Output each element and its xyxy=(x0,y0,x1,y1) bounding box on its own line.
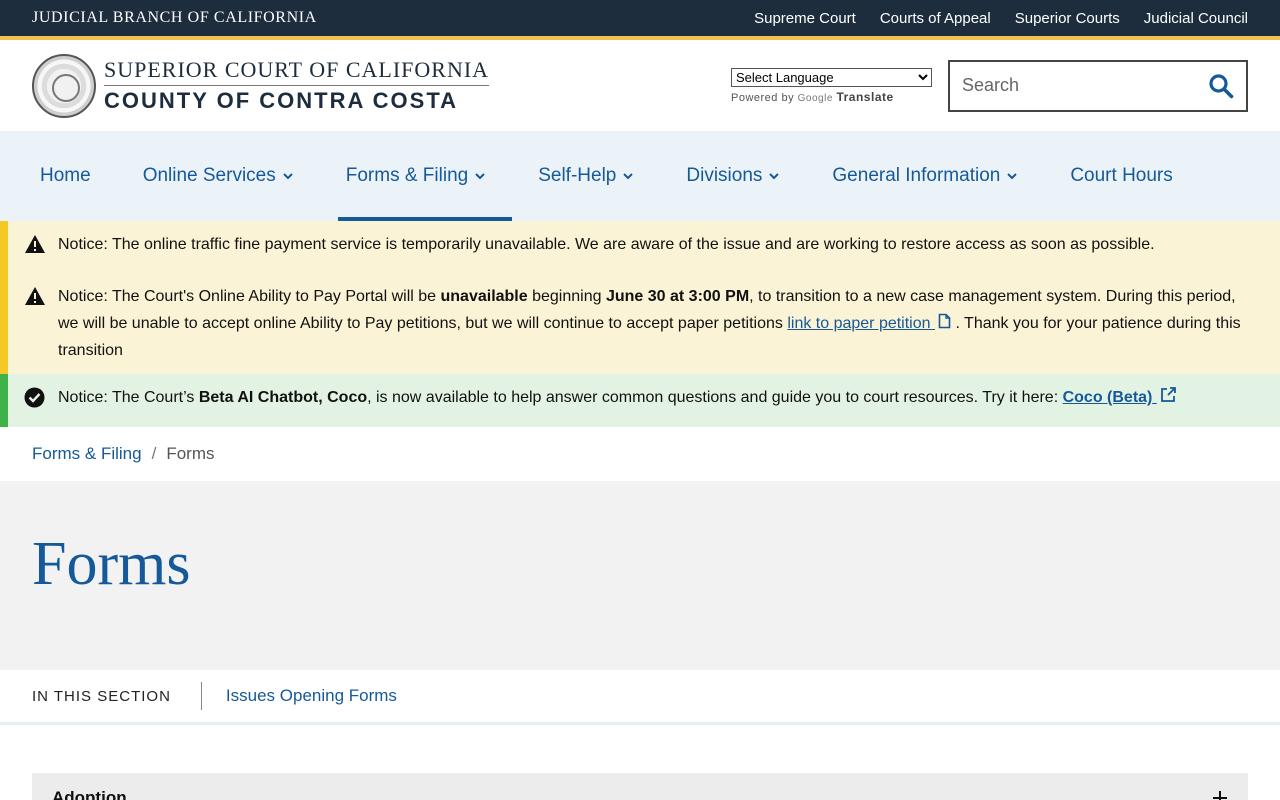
chevron-down-icon xyxy=(769,173,780,180)
site-header: SUPERIOR COURT OF CALIFORNIA COUNTY OF C… xyxy=(0,40,1280,131)
court-name: SUPERIOR COURT OF CALIFORNIA COUNTY OF C… xyxy=(104,57,490,114)
supreme-court-link[interactable]: Supreme Court xyxy=(754,10,856,27)
notice-body-part1: The Court’s xyxy=(111,389,195,406)
powered-by-label: Powered by xyxy=(731,91,795,104)
judicial-council-link[interactable]: Judicial Council xyxy=(1144,10,1248,27)
main-navigation: Home Online Services Forms & Filing Self… xyxy=(0,131,1280,221)
notice-unavailable: unavailable xyxy=(440,288,528,305)
chevron-down-icon xyxy=(623,173,634,180)
warning-icon xyxy=(24,283,46,364)
nav-item-forms-filing[interactable]: Forms & Filing xyxy=(337,131,513,221)
nav-item-label: Home xyxy=(40,165,91,186)
notice-ability-to-pay: Notice: The Court's Online Ability to Pa… xyxy=(24,283,1256,364)
judicial-branch-bar: JUDICIAL BRANCH OF CALIFORNIA Supreme Co… xyxy=(0,0,1280,40)
notice-text: Notice: The Court’s Beta AI Chatbot, Coc… xyxy=(58,384,1177,417)
paper-petition-link-label: link to paper petition xyxy=(787,315,931,332)
notice-coco: Notice: The Court’s Beta AI Chatbot, Coc… xyxy=(24,384,1256,417)
coco-beta-link-label: Coco (Beta) xyxy=(1062,389,1153,406)
notice-body-part2: , is now available to help answer common… xyxy=(367,389,1059,406)
notice-chatbot-name: Beta AI Chatbot, Coco xyxy=(198,389,368,406)
coco-beta-link[interactable]: Coco (Beta) xyxy=(1062,387,1177,406)
powered-by-google: Powered by Google Translate xyxy=(731,90,932,104)
google-translate: Select Language Powered by Google Transl… xyxy=(731,67,932,104)
accordion-adoption[interactable]: Adoption xyxy=(32,773,1248,800)
court-name-line2: COUNTY OF CONTRA COSTA xyxy=(104,88,459,113)
notice-traffic-payment: Notice: The online traffic fine payment … xyxy=(24,231,1256,263)
nav-item-label: Court Hours xyxy=(1070,165,1173,186)
paper-petition-link[interactable]: link to paper petition xyxy=(787,313,951,332)
search-icon[interactable] xyxy=(1208,73,1234,99)
notice-body-part1: The Court's Online Ability to Pay Portal… xyxy=(111,288,437,305)
nav-item-general-information[interactable]: General Information xyxy=(832,131,1044,221)
translate-label[interactable]: Translate xyxy=(836,90,893,104)
notice-prefix: Notice: xyxy=(58,288,108,305)
nav-item-online-services[interactable]: Online Services xyxy=(143,131,320,221)
breadcrumb-separator: / xyxy=(151,444,157,463)
warning-icon xyxy=(24,231,46,263)
notice-body: The online traffic fine payment service … xyxy=(111,236,1155,253)
nav-item-label: General Information xyxy=(832,165,1001,186)
search-input[interactable] xyxy=(962,75,1192,96)
nav-item-label: Forms & Filing xyxy=(345,165,469,186)
check-circle-icon xyxy=(24,384,46,417)
courts-of-appeal-link[interactable]: Courts of Appeal xyxy=(880,10,991,27)
nav-item-court-hours[interactable]: Court Hours xyxy=(1070,131,1198,221)
page-title: Forms xyxy=(32,530,191,598)
document-icon xyxy=(938,313,951,329)
external-link-icon xyxy=(1160,387,1176,402)
judicial-branch-link[interactable]: JUDICIAL BRANCH OF CALIFORNIA xyxy=(32,9,317,27)
chevron-down-icon xyxy=(1007,173,1018,180)
notice-text: Notice: The online traffic fine payment … xyxy=(58,231,1155,263)
court-seal-icon xyxy=(32,53,96,118)
nav-item-label: Divisions xyxy=(686,165,763,186)
nav-item-label: Self-Help xyxy=(538,165,617,186)
nav-item-label: Online Services xyxy=(142,165,276,186)
notice-date: June 30 at 3:00 PM xyxy=(605,288,750,305)
topbar-links: Supreme Court Courts of Appeal Superior … xyxy=(754,10,1248,27)
page-hero: Forms xyxy=(0,481,1280,670)
nav-item-divisions[interactable]: Divisions xyxy=(686,131,806,221)
court-name-line1: SUPERIOR COURT OF CALIFORNIA xyxy=(104,57,490,86)
chevron-down-icon xyxy=(475,173,485,180)
warning-notices: Notice: The online traffic fine payment … xyxy=(0,221,1280,374)
notice-prefix: Notice: xyxy=(58,389,108,406)
header-tools: Select Language Powered by Google Transl… xyxy=(731,59,1248,112)
issues-opening-forms-link[interactable]: Issues Opening Forms xyxy=(226,686,397,706)
language-select[interactable]: Select Language xyxy=(731,67,932,87)
in-this-section-bar: IN THIS SECTION Issues Opening Forms xyxy=(0,670,1280,725)
accordion-title: Adoption xyxy=(52,788,127,800)
nav-item-home[interactable]: Home xyxy=(40,131,117,221)
notice-text: Notice: The Court's Online Ability to Pa… xyxy=(58,283,1256,364)
chevron-down-icon xyxy=(283,173,293,180)
site-search xyxy=(948,59,1248,112)
breadcrumb: Forms & Filing / Forms xyxy=(0,427,1280,481)
in-this-section-label: IN THIS SECTION xyxy=(32,682,202,710)
plus-icon[interactable] xyxy=(1212,790,1228,800)
chatbot-notice: Notice: The Court’s Beta AI Chatbot, Coc… xyxy=(0,374,1280,427)
breadcrumb-current: Forms xyxy=(166,444,215,463)
court-logo-link[interactable]: SUPERIOR COURT OF CALIFORNIA COUNTY OF C… xyxy=(32,53,490,118)
superior-courts-link[interactable]: Superior Courts xyxy=(1015,10,1120,27)
google-logo: Google xyxy=(797,92,833,104)
notice-body-part2: beginning xyxy=(532,288,602,305)
nav-item-self-help[interactable]: Self-Help xyxy=(538,131,660,221)
breadcrumb-forms-filing[interactable]: Forms & Filing xyxy=(32,444,142,464)
notice-prefix: Notice: xyxy=(58,236,108,253)
